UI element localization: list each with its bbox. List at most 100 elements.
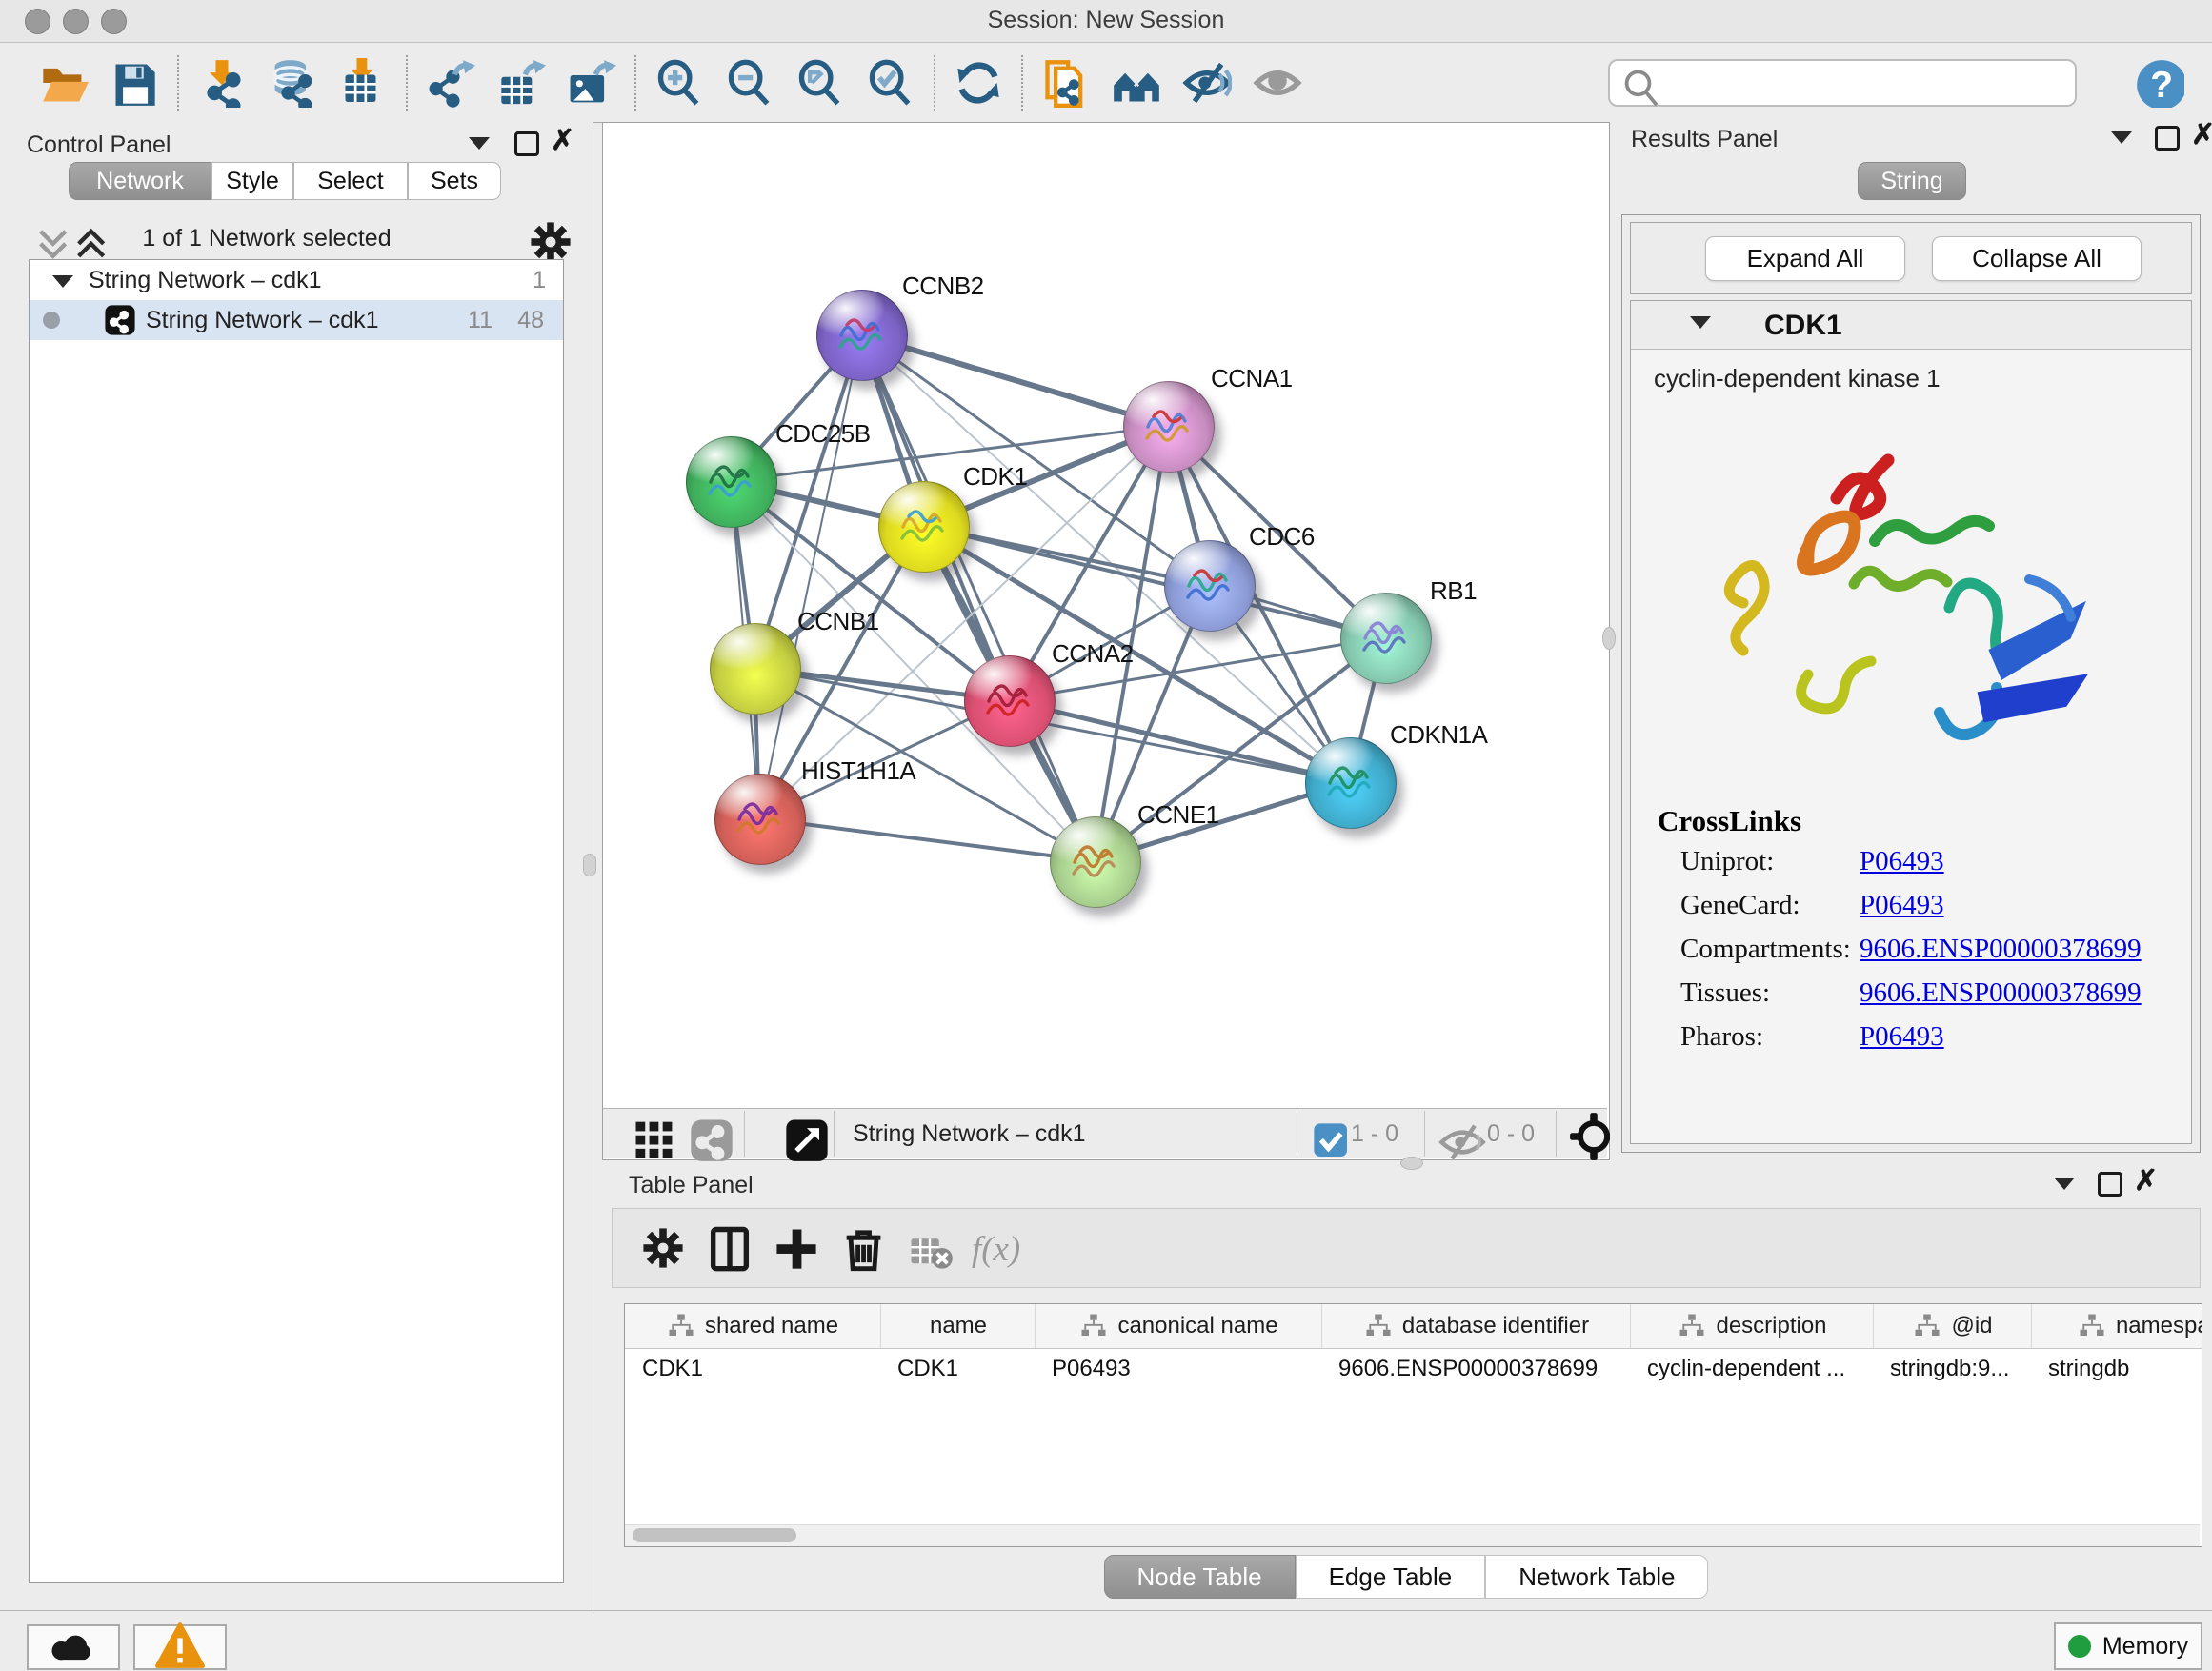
network-edge[interactable] [759,334,861,818]
control-panel-menu-icon[interactable] [469,137,490,150]
import-database-button[interactable] [257,52,328,113]
left-splitter-handle[interactable] [583,854,596,876]
network-node-CCNE1[interactable] [1050,816,1141,908]
network-tree-row[interactable]: String Network – cdk1 1 [30,260,563,300]
network-canvas[interactable]: CCNB2 CCNA1 CDC25B CDK1 CDC6 RB1CCNB1 CC… [603,123,1607,1108]
horizontal-scrollbar[interactable] [625,1524,2200,1546]
network-node-CCNB2[interactable] [816,290,908,381]
column-header[interactable]: database identifier [1321,1304,1631,1348]
homes-button[interactable] [1101,52,1172,113]
scrollbar-thumb[interactable] [633,1528,796,1542]
hide-eye-button[interactable] [1172,52,1242,113]
network-edge[interactable] [759,818,1095,861]
tab-network[interactable]: Network [69,162,211,200]
zoom-fit-button[interactable] [785,52,855,113]
network-node-CDC25B[interactable] [686,436,777,528]
zoom-in-button[interactable] [644,52,714,113]
column-header[interactable]: canonical name [1035,1304,1322,1348]
column-header[interactable]: name [880,1304,1036,1348]
right-splitter-handle[interactable] [1602,627,1616,650]
table-cell[interactable]: stringdb [2031,1348,2202,1390]
tree-expand-icon[interactable] [52,267,73,294]
open-view-icon[interactable] [782,1114,832,1168]
column-header[interactable]: shared name [625,1304,880,1348]
table-delete-button[interactable] [896,1218,963,1278]
crosslink-link[interactable]: 9606.ENSP00000378699 [1860,977,2142,1009]
import-network-button[interactable] [187,52,257,113]
save-session-button[interactable] [99,52,170,113]
trash-button[interactable] [830,1218,896,1278]
network-node-CDK1[interactable] [878,481,970,573]
crosslink-link[interactable]: 9606.ENSP00000378699 [1860,934,2142,965]
table-cell[interactable]: CDK1 [625,1348,880,1390]
export-table-button[interactable] [486,52,556,113]
network-edge[interactable] [861,334,1168,426]
network-node-CCNA1[interactable] [1123,381,1215,473]
network-tree-row[interactable]: String Network – cdk1 11 48 [30,300,563,340]
table-cell[interactable]: CDK1 [880,1348,1035,1390]
column-header[interactable]: description [1630,1304,1874,1348]
tab-sets[interactable]: Sets [408,162,501,200]
hidden-eye-icon[interactable] [1438,1117,1487,1172]
table-cell[interactable]: P06493 [1035,1348,1321,1390]
results-panel-close-button[interactable]: ✗ [2191,126,2212,145]
network-node-HIST1H1A[interactable] [714,774,806,865]
hidden-count: 0 - 0 [1487,1120,1535,1148]
tab-select[interactable]: Select [293,162,408,200]
crosslink-link[interactable]: P06493 [1860,1021,1944,1053]
warnings-button[interactable] [133,1624,227,1670]
gray-eye-button[interactable] [1242,52,1313,113]
import-table-button[interactable] [328,52,398,113]
help-button[interactable]: ? [2134,57,2185,109]
control-panel-close-button[interactable]: ✗ [551,131,574,151]
network-node-CCNA2[interactable] [964,655,1056,747]
table-cell[interactable]: cyclin-dependent ... [1630,1348,1873,1390]
export-image-button[interactable] [556,52,627,113]
search-input[interactable] [1608,59,2077,107]
bottom-splitter-handle[interactable] [1400,1157,1423,1170]
tab-edge-table[interactable]: Edge Table [1296,1555,1486,1599]
crosslink-link[interactable]: P06493 [1860,846,1944,877]
expand-all-button[interactable]: Expand All [1705,236,1905,281]
table-panel-menu-icon[interactable] [2054,1178,2075,1190]
table-cell[interactable]: stringdb:9... [1873,1348,2031,1390]
node-result-header[interactable]: CDK1 [1631,301,2191,350]
control-panel-float-button[interactable] [514,131,539,156]
memory-button[interactable]: Memory [2054,1622,2202,1670]
cloud-button[interactable] [27,1624,120,1670]
node-label-CCNE1: CCNE1 [1137,800,1219,830]
zoom-selected-button[interactable] [855,52,926,113]
export-network-button[interactable] [415,52,486,113]
collapse-all-button[interactable]: Collapse All [1932,236,2142,281]
network-list: String Network – cdk1 1 String Network –… [29,259,564,1583]
network-node-RB1[interactable] [1340,593,1432,684]
column-header[interactable]: namespace [2031,1304,2202,1348]
gear-button[interactable] [630,1218,696,1278]
network-edge[interactable] [923,526,1385,637]
status-bar: Memory [0,1610,2212,1671]
birdseye-grid-icon[interactable] [630,1114,679,1168]
copy-network-button[interactable] [1031,52,1101,113]
table-panel-close-button[interactable]: ✗ [2134,1172,2158,1191]
column-header[interactable]: @id [1873,1304,2032,1348]
tab-network-table[interactable]: Network Table [1485,1555,1708,1599]
fx-button[interactable]: f(x) [963,1218,1030,1278]
network-overview-icon[interactable] [687,1114,736,1168]
tab-style[interactable]: Style [211,162,293,200]
table-panel-float-button[interactable] [2098,1172,2122,1197]
columns-button[interactable] [696,1218,763,1278]
network-node-CCNB1[interactable] [710,623,801,715]
network-node-CDC6[interactable] [1164,540,1256,632]
crosslink-link[interactable]: P06493 [1860,890,1944,921]
results-panel-menu-icon[interactable] [2111,131,2132,144]
tab-string[interactable]: String [1858,162,1966,200]
network-node-CDKN1A[interactable] [1305,737,1397,829]
collapse-entry-icon[interactable] [1690,316,1711,329]
table-cell[interactable]: 9606.ENSP00000378699 [1321,1348,1630,1390]
plus-button[interactable] [763,1218,830,1278]
open-session-button[interactable] [29,52,99,113]
results-panel-float-button[interactable] [2155,126,2180,151]
refresh-button[interactable] [943,52,1014,113]
zoom-out-button[interactable] [714,52,785,113]
tab-node-table[interactable]: Node Table [1104,1555,1296,1599]
